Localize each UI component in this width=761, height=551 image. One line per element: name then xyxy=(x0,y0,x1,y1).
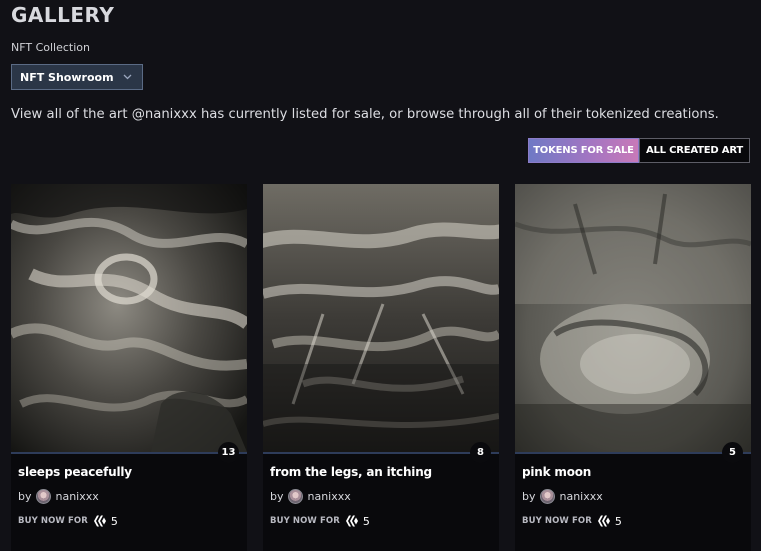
card-byline: by nanixxx xyxy=(522,489,603,504)
all-created-art-button[interactable]: ALL CREATED ART xyxy=(639,138,750,163)
edition-count-badge: 8 xyxy=(470,442,491,463)
chevron-down-icon xyxy=(121,71,133,83)
collection-label: NFT Collection xyxy=(11,41,90,54)
by-label: by xyxy=(18,490,32,503)
card-divider xyxy=(263,452,499,454)
price-value: 5 xyxy=(614,514,622,528)
card-divider xyxy=(11,452,247,454)
nft-card[interactable]: 5 pink moon by nanixxx BUY NOW FOR 5 xyxy=(515,184,751,551)
buy-now-row[interactable]: BUY NOW FOR 5 xyxy=(18,514,118,528)
author-name[interactable]: nanixxx xyxy=(56,490,99,503)
gallery-description: View all of the art @nanixxx has current… xyxy=(11,107,719,122)
hive-icon xyxy=(93,515,106,527)
by-label: by xyxy=(270,490,284,503)
card-byline: by nanixxx xyxy=(270,489,351,504)
buy-now-label: BUY NOW FOR xyxy=(522,516,592,526)
nft-card[interactable]: 13 sleeps peacefully by nanixxx BUY NOW … xyxy=(11,184,247,551)
hive-icon xyxy=(345,515,358,527)
price-value: 5 xyxy=(110,514,118,528)
collection-select[interactable]: NFT Showroom xyxy=(11,64,143,90)
by-label: by xyxy=(522,490,536,503)
collection-select-value: NFT Showroom xyxy=(20,70,114,84)
artwork-image[interactable] xyxy=(11,184,247,452)
buy-now-row[interactable]: BUY NOW FOR 5 xyxy=(270,514,370,528)
edition-count-badge: 13 xyxy=(218,442,239,463)
card-title[interactable]: sleeps peacefully xyxy=(18,465,132,479)
buy-now-label: BUY NOW FOR xyxy=(18,516,88,526)
card-title[interactable]: from the legs, an itching xyxy=(270,465,432,479)
card-title[interactable]: pink moon xyxy=(522,465,591,479)
card-divider xyxy=(515,452,751,454)
author-name[interactable]: nanixxx xyxy=(308,490,351,503)
view-toggle: TOKENS FOR SALE ALL CREATED ART xyxy=(528,138,750,163)
nft-card[interactable]: 8 from the legs, an itching by nanixxx B… xyxy=(263,184,499,551)
page-title: GALLERY xyxy=(11,3,115,27)
avatar[interactable] xyxy=(287,489,303,504)
author-name[interactable]: nanixxx xyxy=(560,490,603,503)
artwork-image[interactable] xyxy=(263,184,499,452)
tokens-for-sale-button[interactable]: TOKENS FOR SALE xyxy=(528,138,639,163)
buy-now-row[interactable]: BUY NOW FOR 5 xyxy=(522,514,622,528)
buy-now-label: BUY NOW FOR xyxy=(270,516,340,526)
avatar[interactable] xyxy=(35,489,51,504)
card-byline: by nanixxx xyxy=(18,489,99,504)
edition-count-badge: 5 xyxy=(722,442,743,463)
artwork-image[interactable] xyxy=(515,184,751,452)
hive-icon xyxy=(597,515,610,527)
price-value: 5 xyxy=(362,514,370,528)
avatar[interactable] xyxy=(539,489,555,504)
